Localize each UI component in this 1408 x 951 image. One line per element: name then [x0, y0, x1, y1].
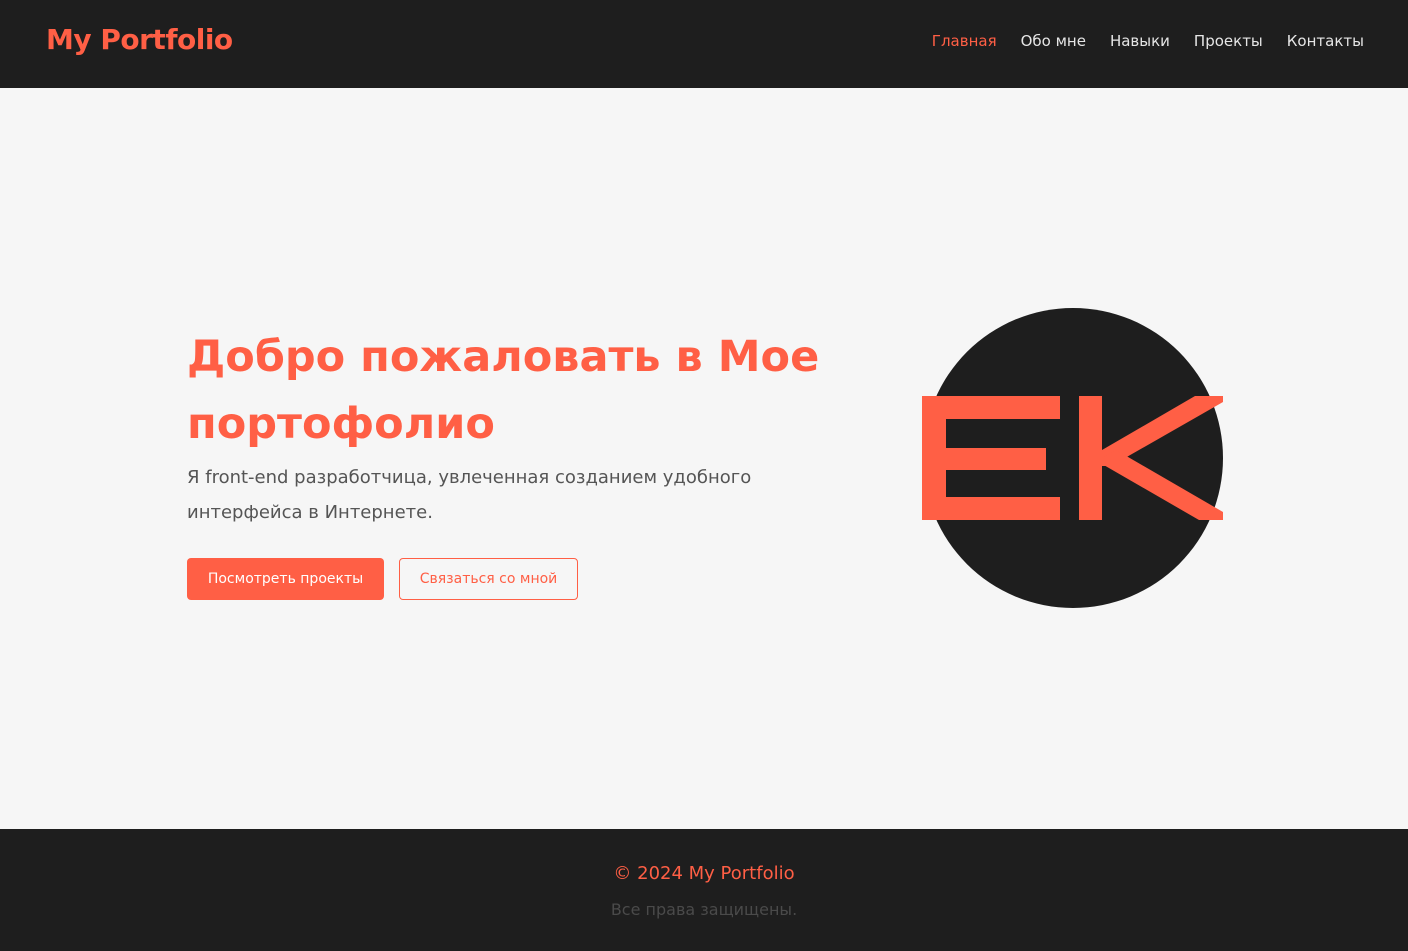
- nav-item-home[interactable]: Главная: [932, 32, 997, 50]
- site-header: My Portfolio Главная Обо мне Навыки Прое…: [0, 0, 1408, 88]
- view-projects-button[interactable]: Посмотреть проекты: [187, 558, 384, 600]
- site-footer: © 2024 My Portfolio Все права защищены.: [0, 829, 1408, 951]
- footer-copyright: © 2024 My Portfolio: [613, 863, 795, 884]
- hero-section: Добро пожаловать в Мое портофолио Я fron…: [0, 88, 1408, 829]
- avatar-letter-e: [922, 396, 1060, 520]
- avatar: EK: [922, 308, 1223, 608]
- footer-rights: Все права защищены.: [610, 900, 798, 919]
- nav-item-projects[interactable]: Проекты: [1194, 32, 1263, 50]
- contact-me-button[interactable]: Связаться со мной: [399, 558, 578, 600]
- hero-description: Я front-end разработчица, увлеченная соз…: [187, 467, 752, 523]
- nav-item-contacts[interactable]: Контакты: [1287, 32, 1364, 50]
- main-nav: Главная Обо мне Навыки Проекты Контакты: [932, 32, 1364, 50]
- logo[interactable]: My Portfolio: [46, 23, 233, 56]
- nav-item-about[interactable]: Обо мне: [1021, 32, 1086, 50]
- hero-title: Добро пожаловать в Мое портофолио: [187, 332, 820, 449]
- nav-item-skills[interactable]: Навыки: [1110, 32, 1170, 50]
